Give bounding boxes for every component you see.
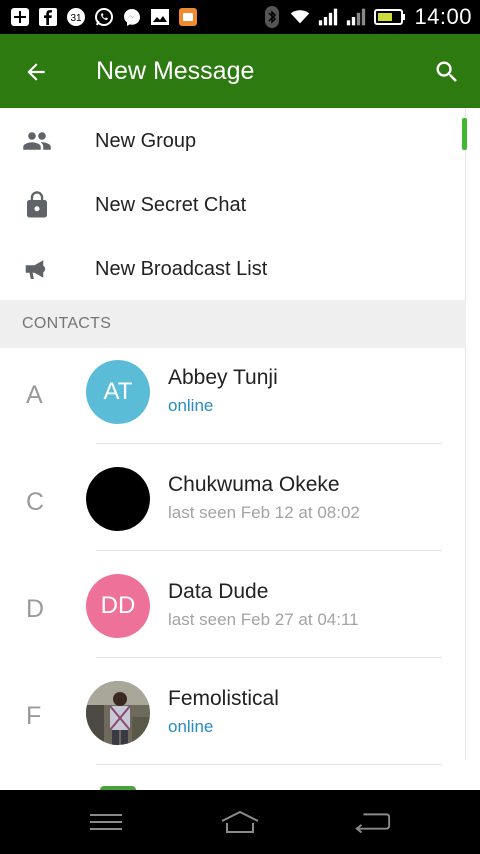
wifi-icon bbox=[290, 7, 310, 27]
app-icon bbox=[178, 7, 198, 27]
contact-row[interactable]: C Chukwuma Okeke last seen Feb 12 at 08:… bbox=[0, 455, 466, 562]
index-letter: A bbox=[26, 381, 43, 409]
arrow-back-icon[interactable] bbox=[18, 54, 54, 90]
new-secret-chat-label: New Secret Chat bbox=[95, 194, 247, 216]
new-group-item[interactable]: New Group bbox=[0, 108, 466, 172]
bluetooth-icon bbox=[262, 6, 282, 28]
new-broadcast-list-label: New Broadcast List bbox=[95, 258, 268, 280]
calendar-icon: 31 bbox=[66, 7, 86, 27]
battery-icon bbox=[374, 7, 406, 27]
contact-name: Chukwuma Okeke bbox=[168, 473, 340, 496]
new-secret-chat-item[interactable]: New Secret Chat bbox=[0, 172, 466, 236]
avatar: DD bbox=[86, 574, 150, 638]
row-divider bbox=[96, 657, 442, 658]
avatar-initials: DD bbox=[100, 592, 136, 619]
lock-icon bbox=[22, 190, 52, 220]
clock: 14:00 bbox=[414, 4, 472, 29]
section-title: CONTACTS bbox=[22, 315, 112, 332]
index-letter: F bbox=[26, 702, 42, 730]
contact-row[interactable]: F Femolistical online bbox=[0, 669, 466, 776]
system-icons: 14:00 bbox=[262, 3, 472, 31]
new-group-label: New Group bbox=[95, 130, 197, 152]
contact-row[interactable]: A AT Abbey Tunji online bbox=[0, 348, 466, 455]
facebook-icon bbox=[38, 7, 58, 27]
add-box-icon bbox=[10, 7, 30, 27]
contact-status: last seen Feb 12 at 08:02 bbox=[168, 503, 360, 522]
avatar-photo bbox=[86, 681, 150, 745]
gallery-icon bbox=[150, 7, 170, 27]
signal-icon bbox=[318, 7, 338, 27]
row-divider bbox=[96, 443, 442, 444]
whatsapp-icon bbox=[94, 7, 114, 27]
index-letter: C bbox=[26, 488, 45, 516]
contact-name: Abbey Tunji bbox=[168, 366, 278, 389]
index-letter: D bbox=[26, 595, 45, 623]
avatar-initials: AT bbox=[103, 378, 133, 405]
menu-icon[interactable] bbox=[86, 806, 126, 838]
app-bar: New Message bbox=[0, 34, 480, 108]
avatar bbox=[86, 467, 150, 531]
contact-status: last seen Feb 27 at 04:11 bbox=[168, 610, 359, 629]
contact-name: Data Dude bbox=[168, 580, 269, 603]
scroll-indicator[interactable] bbox=[462, 118, 467, 150]
calendar-day: 31 bbox=[70, 13, 82, 24]
page-title: New Message bbox=[96, 57, 255, 85]
megaphone-icon bbox=[22, 254, 52, 284]
back-icon[interactable] bbox=[352, 806, 392, 838]
signal-icon bbox=[346, 7, 366, 27]
new-broadcast-list-item[interactable]: New Broadcast List bbox=[0, 236, 466, 300]
home-icon[interactable] bbox=[220, 806, 260, 838]
contact-status: online bbox=[168, 717, 214, 736]
row-divider bbox=[96, 764, 442, 765]
notification-icons: 31 bbox=[10, 5, 198, 29]
contact-row[interactable]: D DD Data Dude last seen Feb 27 at 04:11 bbox=[0, 562, 466, 669]
contacts-section-header: CONTACTS bbox=[0, 300, 466, 348]
messenger-icon bbox=[122, 7, 142, 27]
group-icon bbox=[22, 126, 52, 156]
search-icon[interactable] bbox=[428, 53, 466, 91]
contact-status: online bbox=[168, 396, 214, 415]
row-divider bbox=[96, 550, 442, 551]
navigation-bar bbox=[0, 790, 480, 854]
avatar: AT bbox=[86, 360, 150, 424]
status-bar: 31 14:00 bbox=[0, 0, 480, 34]
contact-name: Femolistical bbox=[168, 687, 279, 710]
